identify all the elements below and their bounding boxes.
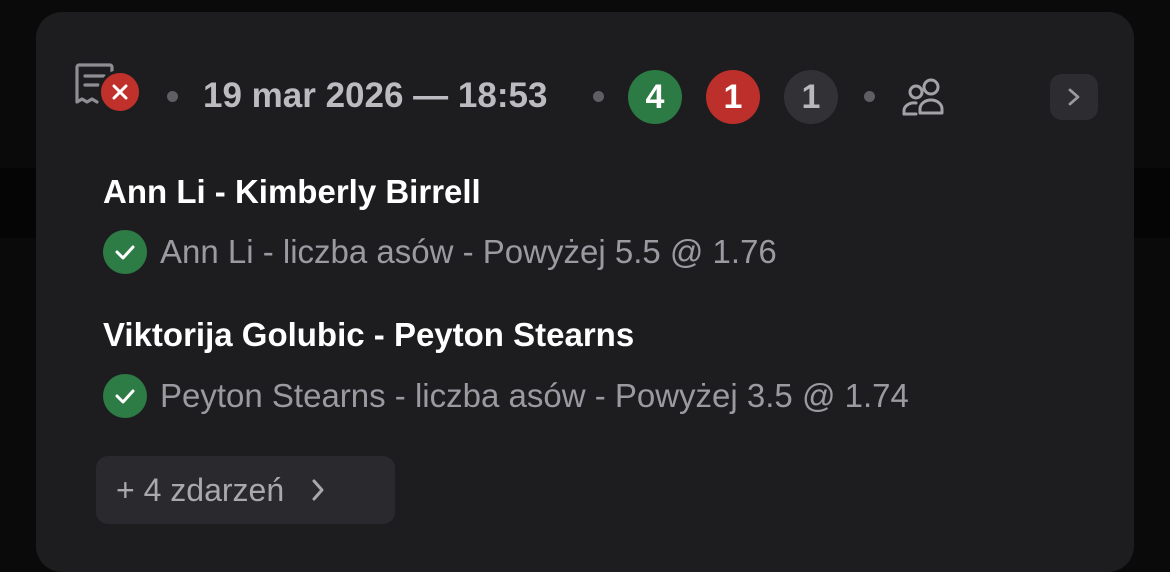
people-icon[interactable] xyxy=(900,76,948,120)
bet-slip-card[interactable]: 19 mar 2026 — 18:53 4 1 1 Ann Li - Kimbe… xyxy=(36,12,1134,572)
event-bet-row: Ann Li - liczba asów - Powyżej 5.5 @ 1.7… xyxy=(103,230,777,274)
event-title: Viktorija Golubic - Peyton Stearns xyxy=(103,316,635,353)
slip-date-time: 19 mar 2026 — 18:53 xyxy=(203,76,548,115)
event-bet-row: Peyton Stearns - liczba asów - Powyżej 3… xyxy=(103,374,909,418)
lost-status-badge xyxy=(98,70,142,114)
event-bet-text: Ann Li - liczba asów - Powyżej 5.5 @ 1.7… xyxy=(160,233,777,270)
chevron-right-icon xyxy=(1068,88,1080,106)
event-title: Ann Li - Kimberly Birrell xyxy=(103,173,481,210)
expand-slip-button[interactable] xyxy=(1050,74,1098,120)
separator-dot xyxy=(864,91,875,102)
more-events-label: + 4 zdarzeń xyxy=(116,471,285,508)
close-icon xyxy=(112,84,128,100)
separator-dot xyxy=(167,91,178,102)
check-icon xyxy=(103,230,147,274)
won-count-badge: 4 xyxy=(628,70,682,124)
check-icon xyxy=(103,374,147,418)
open-count-badge: 1 xyxy=(784,70,838,124)
lost-count-badge: 1 xyxy=(706,70,760,124)
chevron-right-icon xyxy=(310,477,326,503)
more-events-button[interactable]: + 4 zdarzeń xyxy=(96,456,395,524)
slip-header: 19 mar 2026 — 18:53 4 1 1 xyxy=(36,63,1134,124)
separator-dot xyxy=(593,91,604,102)
event-bet-text: Peyton Stearns - liczba asów - Powyżej 3… xyxy=(160,377,909,414)
slip-status xyxy=(74,62,146,128)
